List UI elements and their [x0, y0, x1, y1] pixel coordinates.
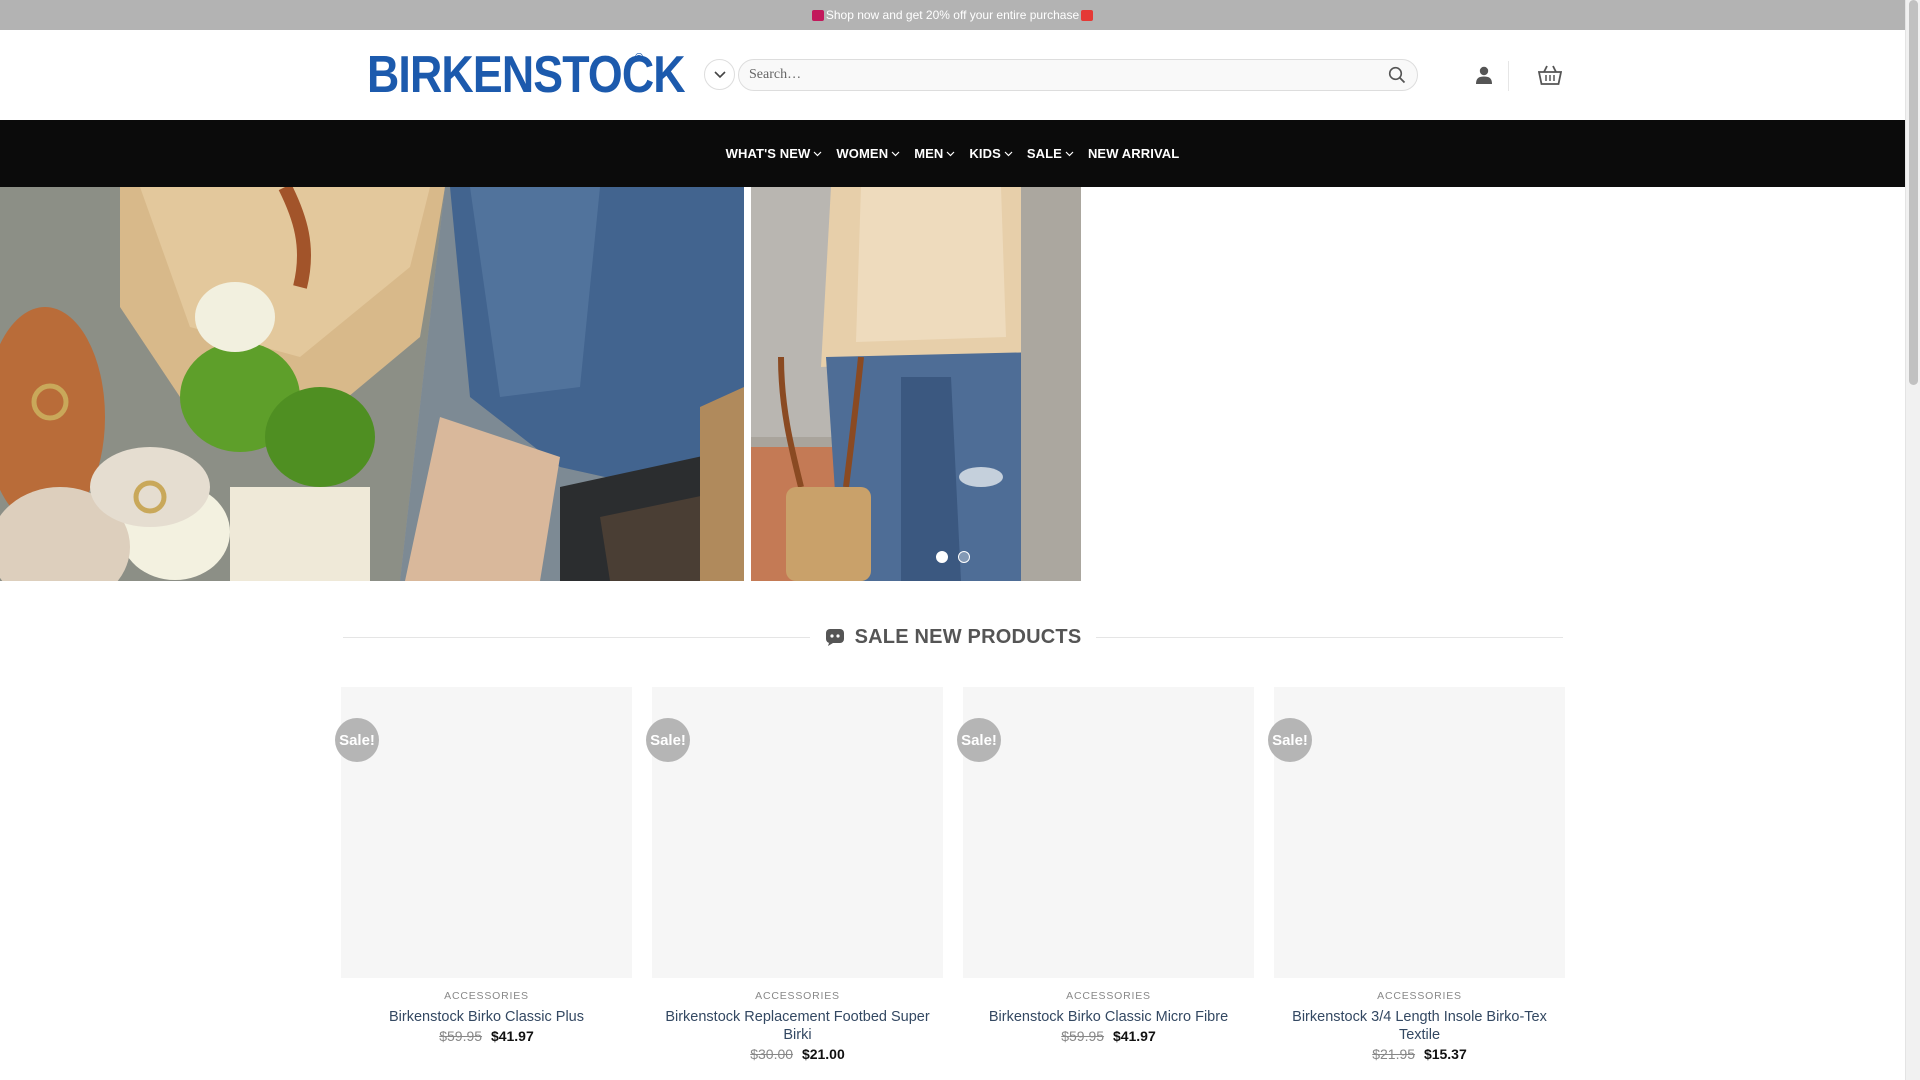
nav-item-men[interactable]: MEN	[914, 146, 955, 161]
sale-badge: Sale!	[957, 718, 1001, 762]
product-price: $59.95 $41.97	[963, 1028, 1254, 1044]
product-image[interactable]: Sale!	[335, 687, 632, 978]
logo[interactable]: BIRKENSTOCK ®	[367, 49, 736, 101]
gift-icon	[1081, 9, 1094, 21]
discord-icon	[825, 629, 844, 646]
hero-slider	[0, 187, 1905, 581]
chevron-down-icon	[1065, 151, 1074, 156]
product-category: ACCESSORIES	[444, 990, 529, 1002]
page: Shop now and get 20% off your entire pur…	[0, 0, 1905, 1080]
product-price: $21.95 $15.37	[1274, 1046, 1565, 1062]
section-divider-right	[1096, 636, 1563, 638]
nav-item-label: MEN	[914, 146, 944, 161]
chevron-down-icon	[946, 151, 955, 156]
old-price: $30.00	[750, 1046, 794, 1062]
product-card: Sale! ACCESSORIES Birkenstock Birko Clas…	[335, 687, 632, 1080]
slider-dot-2[interactable]	[958, 551, 970, 563]
slider-dot-1[interactable]	[936, 551, 948, 563]
old-price: $21.95	[1372, 1046, 1416, 1062]
hero-image-woman-tote[interactable]	[751, 187, 1081, 581]
search-input[interactable]	[749, 67, 1387, 83]
product-name-link[interactable]: Birkenstock 3/4 Length Insole Birko-Tex …	[1274, 1008, 1565, 1044]
product-card: Sale! ACCESSORIES Birkenstock Replacemen…	[646, 687, 943, 1080]
search-field	[738, 59, 1418, 91]
promo-bar: Shop now and get 20% off your entire pur…	[0, 0, 1905, 30]
product-category: ACCESSORIES	[755, 990, 840, 1002]
product-grid: Sale! ACCESSORIES Birkenstock Birko Clas…	[335, 687, 1565, 1080]
sale-badge: Sale!	[646, 718, 690, 762]
nav-item-label: SALE	[1026, 146, 1062, 161]
new-price: $41.97	[1112, 1028, 1156, 1044]
product-image[interactable]: Sale!	[957, 687, 1254, 978]
product-image[interactable]: Sale!	[1268, 687, 1565, 978]
nav-item-new-arrival[interactable]: NEW ARRIVAL	[1088, 146, 1179, 161]
chevron-down-icon	[891, 151, 900, 156]
basket-icon[interactable]	[1537, 63, 1563, 87]
nav-item-label: WHAT'S NEW	[725, 146, 811, 161]
sale-badge: Sale!	[1268, 718, 1312, 762]
logo-registered-mark: ®	[635, 52, 644, 64]
section-title-text: SALE NEW PRODUCTS	[854, 625, 1082, 648]
search-icon[interactable]	[1387, 65, 1407, 85]
slider-dots	[936, 551, 970, 563]
chevron-down-icon	[813, 151, 822, 156]
section-divider-left	[343, 636, 810, 638]
section-header: SALE NEW PRODUCTS	[343, 622, 1563, 652]
product-card: Sale! ACCESSORIES Birkenstock Birko Clas…	[957, 687, 1254, 1080]
shopping-bags-icon	[811, 9, 824, 21]
nav-item-label: KIDS	[969, 146, 1001, 161]
nav-item-women[interactable]: WOMEN	[836, 146, 900, 161]
main-nav: WHAT'S NEW WOMEN MEN KIDS SALE NEW ARRIV…	[0, 120, 1905, 187]
page-scrollbar[interactable]	[1905, 0, 1920, 1080]
product-category: ACCESSORIES	[1377, 990, 1462, 1002]
promo-text: Shop now and get 20% off your entire pur…	[825, 8, 1080, 22]
chevron-down-icon	[713, 70, 726, 78]
nav-item-label: NEW ARRIVAL	[1087, 146, 1180, 161]
product-category: ACCESSORIES	[1066, 990, 1151, 1002]
old-price: $59.95	[439, 1028, 483, 1044]
chevron-down-icon	[1004, 151, 1013, 156]
site-header: BIRKENSTOCK ®	[0, 30, 1905, 120]
product-image[interactable]: Sale!	[646, 687, 943, 978]
product-price: $30.00 $21.00	[652, 1046, 943, 1062]
nav-item-kids[interactable]: KIDS	[969, 146, 1013, 161]
new-price: $41.97	[490, 1028, 534, 1044]
header-divider	[1508, 61, 1509, 91]
nav-item-label: WOMEN	[836, 146, 889, 161]
product-name-link[interactable]: Birkenstock Birko Classic Plus	[341, 1008, 632, 1026]
section-title: SALE NEW PRODUCTS	[810, 626, 1097, 649]
user-account-icon[interactable]	[1473, 64, 1495, 86]
product-price: $59.95 $41.97	[341, 1028, 632, 1044]
product-name-link[interactable]: Birkenstock Birko Classic Micro Fibre	[963, 1008, 1254, 1026]
old-price: $59.95	[1061, 1028, 1105, 1044]
new-price: $21.00	[801, 1046, 845, 1062]
sale-badge: Sale!	[335, 718, 379, 762]
nav-item-sale[interactable]: SALE	[1027, 146, 1074, 161]
hero-image-sandals-basket[interactable]	[0, 187, 744, 581]
nav-item-whats-new[interactable]: WHAT'S NEW	[726, 146, 823, 161]
new-price: $15.37	[1423, 1046, 1467, 1062]
search-category-dropdown[interactable]	[704, 59, 735, 90]
product-card: Sale! ACCESSORIES Birkenstock 3/4 Length…	[1268, 687, 1565, 1080]
product-name-link[interactable]: Birkenstock Replacement Footbed Super Bi…	[652, 1008, 943, 1044]
scrollbar-thumb[interactable]	[1909, 0, 1918, 385]
